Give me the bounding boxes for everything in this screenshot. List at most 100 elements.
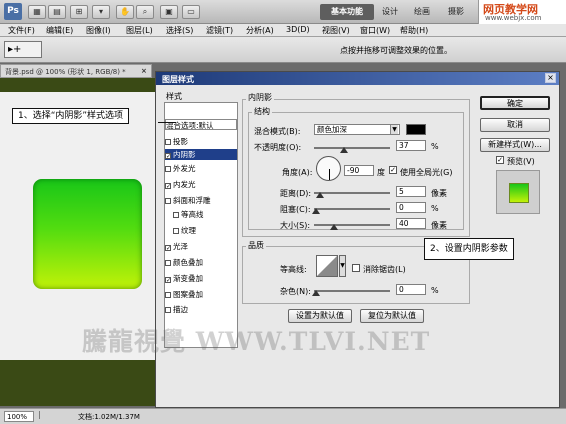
style-pattern-overlay[interactable]: 图案叠加 bbox=[165, 289, 237, 300]
choke-field[interactable]: 0 bbox=[396, 202, 426, 213]
bevel-emboss-checkbox[interactable] bbox=[165, 198, 171, 204]
distance-slider[interactable] bbox=[314, 192, 390, 194]
mini-bridge-icon[interactable]: ▤ bbox=[48, 5, 66, 19]
bridge-icon[interactable]: ▦ bbox=[28, 5, 46, 19]
choke-slider-thumb[interactable] bbox=[312, 208, 320, 214]
dialog-title-bar[interactable]: 图层样式 × bbox=[156, 72, 559, 85]
move-tool-preset-icon[interactable]: ▸+ bbox=[4, 41, 42, 58]
size-unit: 像素 bbox=[431, 221, 447, 230]
style-label: 内发光 bbox=[173, 180, 196, 189]
menu-analysis[interactable]: 分析(A) bbox=[246, 25, 274, 36]
style-label: 斜面和浮雕 bbox=[173, 196, 211, 205]
anti-aliased-checkbox[interactable] bbox=[352, 264, 360, 272]
cancel-button[interactable]: 取消 bbox=[480, 118, 550, 132]
opacity-slider-thumb[interactable] bbox=[340, 147, 348, 153]
ok-button[interactable]: 确定 bbox=[480, 96, 550, 110]
inner-glow-checkbox[interactable]: ✓ bbox=[165, 183, 171, 190]
reset-default-button[interactable]: 复位为默认值 bbox=[360, 309, 424, 323]
style-label: 图案叠加 bbox=[173, 290, 203, 299]
distance-unit: 像素 bbox=[431, 189, 447, 198]
menu-edit[interactable]: 编辑(E) bbox=[46, 25, 73, 36]
style-gradient-overlay[interactable]: ✓ 渐变叠加 bbox=[165, 273, 237, 284]
contour-checkbox[interactable] bbox=[173, 212, 179, 218]
opacity-slider[interactable] bbox=[314, 147, 390, 149]
menu-layer[interactable]: 图层(L) bbox=[126, 25, 153, 36]
document-tab[interactable]: 背景.psd @ 100% (形状 1, RGB/8) * × bbox=[0, 64, 152, 78]
step2-callout: 2、设置内阴影参数 bbox=[424, 238, 514, 260]
contour-dropdown-icon[interactable]: ▼ bbox=[339, 255, 346, 277]
size-slider[interactable] bbox=[314, 224, 390, 226]
workspace-painting-button[interactable]: 绘画 bbox=[406, 4, 438, 20]
noise-field[interactable]: 0 bbox=[396, 284, 426, 295]
noise-unit: % bbox=[431, 286, 439, 295]
distance-field[interactable]: 5 bbox=[396, 186, 426, 197]
style-blending-options[interactable]: 混合选项:默认 bbox=[165, 119, 237, 130]
style-label: 描边 bbox=[173, 305, 188, 314]
texture-checkbox[interactable] bbox=[173, 228, 179, 234]
watermark: 騰龍視覺 WWW.TLVI.NET bbox=[82, 327, 431, 356]
style-color-overlay[interactable]: 颜色叠加 bbox=[165, 257, 237, 268]
zoom-tool-icon[interactable]: ⌕ bbox=[136, 5, 154, 19]
size-field[interactable]: 40 bbox=[396, 218, 426, 229]
menu-window[interactable]: 窗口(W) bbox=[360, 25, 390, 36]
style-outer-glow[interactable]: 外发光 bbox=[165, 163, 237, 174]
inner-shadow-checkbox[interactable]: ✓ bbox=[165, 153, 171, 160]
angle-field[interactable]: -90 bbox=[344, 165, 374, 176]
arrange-documents-icon[interactable]: ▣ bbox=[160, 5, 178, 19]
zoom-field[interactable]: 100% bbox=[4, 411, 34, 422]
pattern-overlay-checkbox[interactable] bbox=[165, 292, 171, 298]
outer-glow-checkbox[interactable] bbox=[165, 166, 171, 172]
color-overlay-checkbox[interactable] bbox=[165, 260, 171, 266]
noise-slider-thumb[interactable] bbox=[312, 290, 320, 296]
workspace-photography-button[interactable]: 摄影 bbox=[440, 4, 472, 20]
view-extras-icon[interactable]: ⊞ bbox=[70, 5, 88, 19]
choke-unit: % bbox=[431, 204, 439, 213]
menu-help[interactable]: 帮助(H) bbox=[400, 25, 428, 36]
new-style-button[interactable]: 新建样式(W)... bbox=[480, 138, 550, 152]
screen-mode-icon[interactable]: ▭ bbox=[182, 5, 200, 19]
workspace-design-button[interactable]: 设计 bbox=[376, 4, 404, 20]
stroke-checkbox[interactable] bbox=[165, 307, 171, 313]
style-preview-swatch bbox=[509, 183, 529, 203]
global-light-label: 使用全局光(G) bbox=[400, 168, 453, 177]
menu-image[interactable]: 图像(I) bbox=[86, 25, 111, 36]
gradient-overlay-checkbox[interactable]: ✓ bbox=[165, 277, 171, 284]
opacity-unit: % bbox=[431, 142, 439, 151]
style-label: 内阴影 bbox=[173, 150, 196, 159]
menu-view[interactable]: 视图(V) bbox=[322, 25, 350, 36]
choke-slider[interactable] bbox=[314, 208, 390, 210]
preview-checkbox[interactable]: ✓ bbox=[496, 156, 504, 164]
distance-slider-thumb[interactable] bbox=[316, 192, 324, 198]
style-inner-glow[interactable]: ✓ 内发光 bbox=[165, 179, 237, 190]
menu-filter[interactable]: 滤镜(T) bbox=[206, 25, 233, 36]
menu-select[interactable]: 选择(S) bbox=[166, 25, 193, 36]
dialog-close-icon[interactable]: × bbox=[545, 73, 556, 83]
zoom-level-icon[interactable]: ▾ bbox=[92, 5, 110, 19]
menu-file[interactable]: 文件(F) bbox=[8, 25, 35, 36]
hand-tool-icon[interactable]: ✋ bbox=[116, 5, 134, 19]
style-drop-shadow[interactable]: 投影 bbox=[165, 136, 237, 147]
style-texture[interactable]: 纹理 bbox=[165, 225, 237, 236]
workspace-essentials-button[interactable]: 基本功能 bbox=[320, 4, 374, 20]
style-bevel-emboss[interactable]: 斜面和浮雕 bbox=[165, 195, 237, 206]
style-stroke[interactable]: 描边 bbox=[165, 304, 237, 315]
opacity-label: 不透明度(O): bbox=[254, 143, 302, 152]
size-slider-thumb[interactable] bbox=[330, 224, 338, 230]
contour-picker[interactable] bbox=[316, 255, 338, 277]
document-close-icon[interactable]: × bbox=[141, 67, 147, 75]
green-rounded-shape[interactable] bbox=[33, 179, 142, 289]
noise-slider[interactable] bbox=[314, 290, 390, 292]
make-default-button[interactable]: 设置为默认值 bbox=[288, 309, 352, 323]
menu-3d[interactable]: 3D(D) bbox=[286, 25, 310, 34]
opacity-field[interactable]: 37 bbox=[396, 140, 426, 151]
style-satin[interactable]: ✓ 光泽 bbox=[165, 241, 237, 252]
satin-checkbox[interactable]: ✓ bbox=[165, 245, 171, 252]
blend-mode-label: 混合模式(B): bbox=[254, 127, 301, 136]
global-light-checkbox[interactable]: ✓ bbox=[389, 166, 397, 174]
angle-dial[interactable] bbox=[316, 156, 341, 181]
blend-mode-select[interactable]: 颜色加深 ▼ bbox=[314, 124, 400, 135]
drop-shadow-checkbox[interactable] bbox=[165, 139, 171, 145]
shadow-color-swatch[interactable] bbox=[406, 124, 426, 135]
style-inner-shadow[interactable]: ✓ 内阴影 bbox=[165, 149, 237, 160]
style-contour[interactable]: 等高线 bbox=[165, 209, 237, 220]
